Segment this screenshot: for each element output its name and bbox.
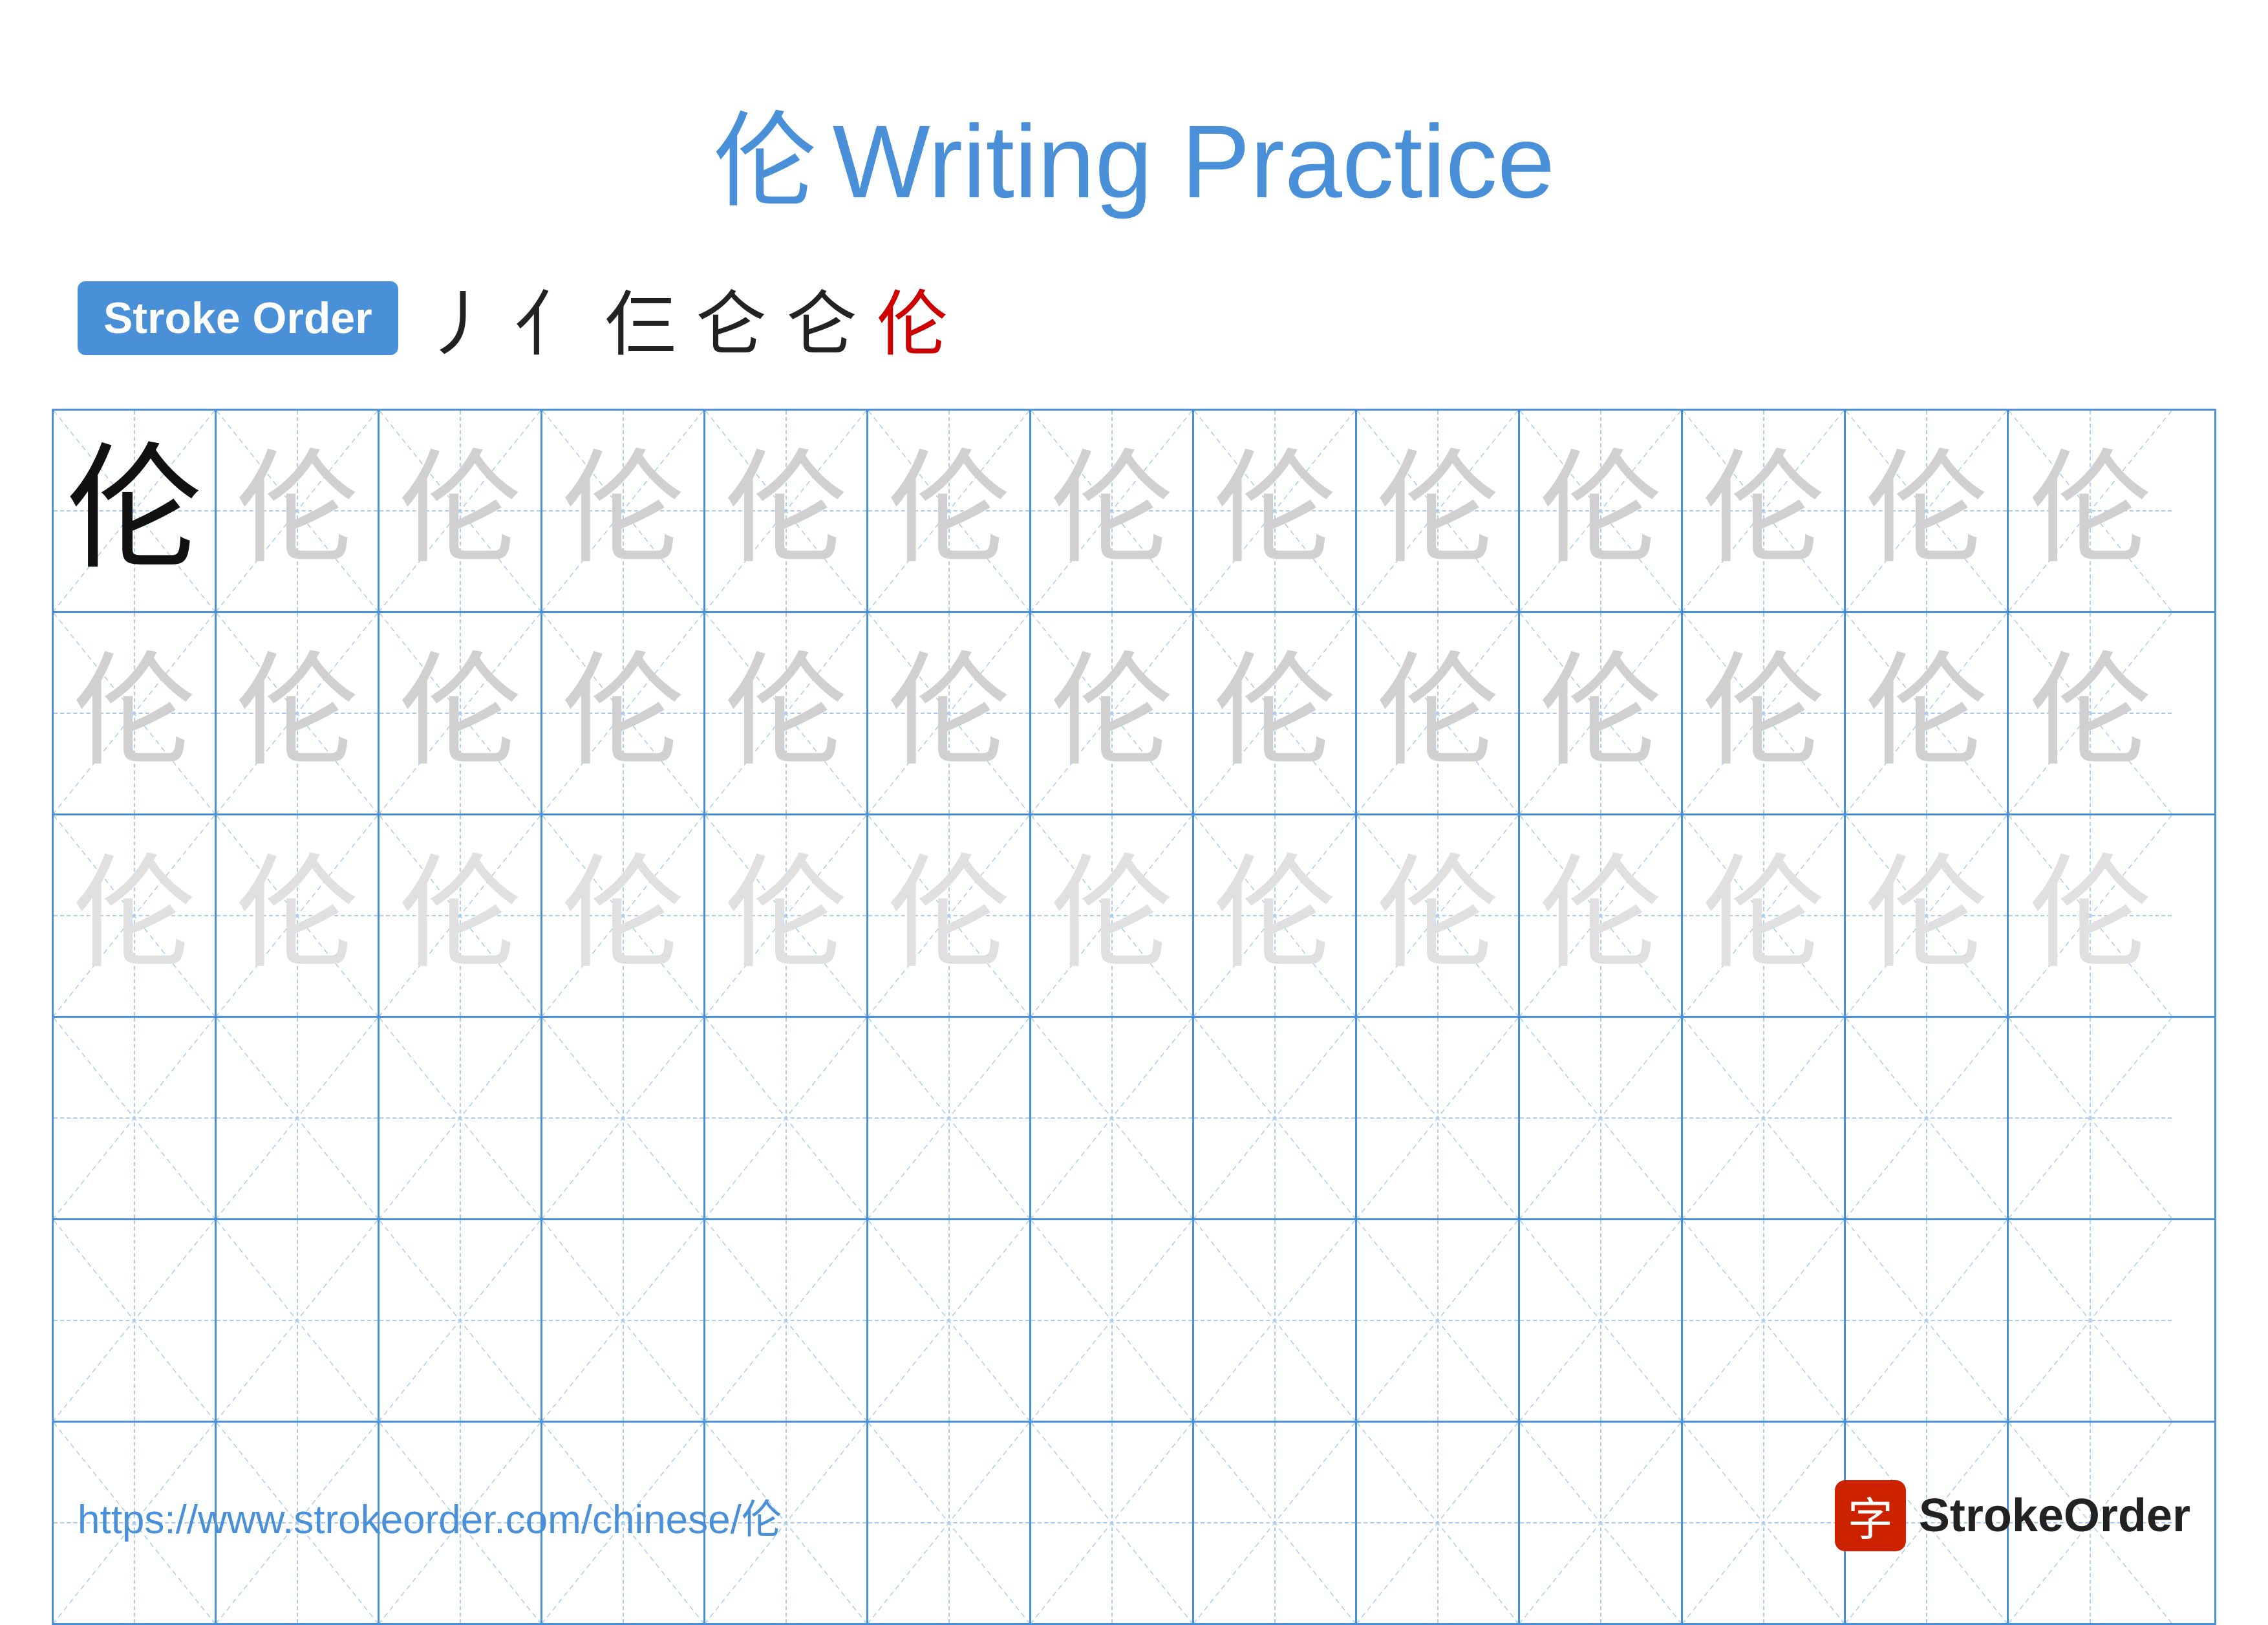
grid-cell-1-6: 伦 [868,411,1031,611]
grid-row-4 [54,1018,2214,1220]
grid-cell-4-2 [217,1018,380,1218]
grid-cell-3-13: 伦 [2009,815,2172,1016]
grid-cell-1-8: 伦 [1194,411,1357,611]
stroke-steps: 丿 亻 仨 仑 仑 伦 [424,266,948,370]
grid-cell-4-13 [2009,1018,2172,1218]
grid-cell-1-11: 伦 [1683,411,1846,611]
grid-cell-4-4 [542,1018,705,1218]
grid-cell-2-6: 伦 [868,613,1031,813]
grid-cell-4-7 [1031,1018,1194,1218]
grid-cell-4-9 [1357,1018,1520,1218]
grid-cell-1-10: 伦 [1520,411,1683,611]
grid-cell-2-2: 伦 [217,613,380,813]
grid-cell-2-1: 伦 [54,613,217,813]
grid-cell-3-7: 伦 [1031,815,1194,1016]
grid-cell-3-9: 伦 [1357,815,1520,1016]
grid-cell-1-12: 伦 [1846,411,2009,611]
grid-cell-2-8: 伦 [1194,613,1357,813]
grid-cell-4-1 [54,1018,217,1218]
grid-cell-5-10 [1520,1220,1683,1421]
grid-cell-5-6 [868,1220,1031,1421]
grid-cell-5-9 [1357,1220,1520,1421]
grid-cell-1-2: 伦 [217,411,380,611]
grid-cell-3-10: 伦 [1520,815,1683,1016]
stroke-step-4: 仑 [696,266,767,370]
grid-row-1: 伦 伦 伦 伦 伦 伦 伦 伦 [54,411,2214,613]
grid-cell-3-5: 伦 [705,815,868,1016]
grid-cell-5-4 [542,1220,705,1421]
stroke-step-2: 亻 [515,266,586,370]
footer-logo: 字 StrokeOrder [1835,1480,2190,1551]
grid-cell-4-8 [1194,1018,1357,1218]
grid-cell-3-1: 伦 [54,815,217,1016]
grid-cell-3-2: 伦 [217,815,380,1016]
stroke-order-badge: Stroke Order [78,281,398,355]
grid-cell-5-13 [2009,1220,2172,1421]
grid-cell-5-3 [380,1220,542,1421]
grid-cell-4-11 [1683,1018,1846,1218]
grid-cell-2-11: 伦 [1683,613,1846,813]
grid-cell-3-6: 伦 [868,815,1031,1016]
footer-url-link[interactable]: https://www.strokeorder.com/chinese/伦 [78,1487,782,1545]
grid-cell-3-12: 伦 [1846,815,2009,1016]
grid-cell-5-11 [1683,1220,1846,1421]
grid-cell-2-13: 伦 [2009,613,2172,813]
footer: https://www.strokeorder.com/chinese/伦 字 … [0,1480,2268,1551]
grid-cell-5-8 [1194,1220,1357,1421]
grid-cell-4-10 [1520,1018,1683,1218]
grid-cell-5-1 [54,1220,217,1421]
grid-cell-1-7: 伦 [1031,411,1194,611]
grid-cell-3-8: 伦 [1194,815,1357,1016]
grid-cell-2-3: 伦 [380,613,542,813]
grid-cell-5-5 [705,1220,868,1421]
stroke-order-row: Stroke Order 丿 亻 仨 仑 仑 伦 [0,266,2268,370]
char-dark: 伦 [66,443,202,579]
grid-cell-2-5: 伦 [705,613,868,813]
stroke-step-3: 仨 [605,266,676,370]
grid-cell-1-9: 伦 [1357,411,1520,611]
page-title: 伦 Writing Practice [0,0,2268,266]
grid-cell-3-4: 伦 [542,815,705,1016]
grid-cell-1-5: 伦 [705,411,868,611]
logo-icon: 字 [1835,1480,1906,1551]
grid-cell-4-12 [1846,1018,2009,1218]
grid-cell-4-6 [868,1018,1031,1218]
grid-cell-2-4: 伦 [542,613,705,813]
grid-cell-1-13: 伦 [2009,411,2172,611]
logo-text: StrokeOrder [1919,1489,2190,1542]
grid-cell-2-10: 伦 [1520,613,1683,813]
practice-grid: 伦 伦 伦 伦 伦 伦 伦 伦 [52,409,2216,1625]
grid-cell-1-4: 伦 [542,411,705,611]
title-text: Writing Practice [833,103,1555,219]
grid-cell-2-7: 伦 [1031,613,1194,813]
grid-cell-5-7 [1031,1220,1194,1421]
stroke-step-6: 伦 [877,266,948,370]
grid-row-2: 伦 伦 伦 伦 伦 伦 伦 伦 [54,613,2214,815]
grid-row-3: 伦 伦 伦 伦 伦 伦 伦 伦 [54,815,2214,1018]
grid-cell-5-2 [217,1220,380,1421]
grid-cell-1-3: 伦 [380,411,542,611]
stroke-step-5: 仑 [786,266,857,370]
stroke-step-1: 丿 [424,266,495,370]
grid-row-5 [54,1220,2214,1423]
grid-cell-5-12 [1846,1220,2009,1421]
grid-cell-2-12: 伦 [1846,613,2009,813]
grid-cell-2-9: 伦 [1357,613,1520,813]
grid-cell-3-11: 伦 [1683,815,1846,1016]
grid-cell-3-3: 伦 [380,815,542,1016]
grid-cell-4-3 [380,1018,542,1218]
grid-cell-4-5 [705,1018,868,1218]
grid-cell-1-1: 伦 [54,411,217,611]
title-char: 伦 [713,103,817,219]
